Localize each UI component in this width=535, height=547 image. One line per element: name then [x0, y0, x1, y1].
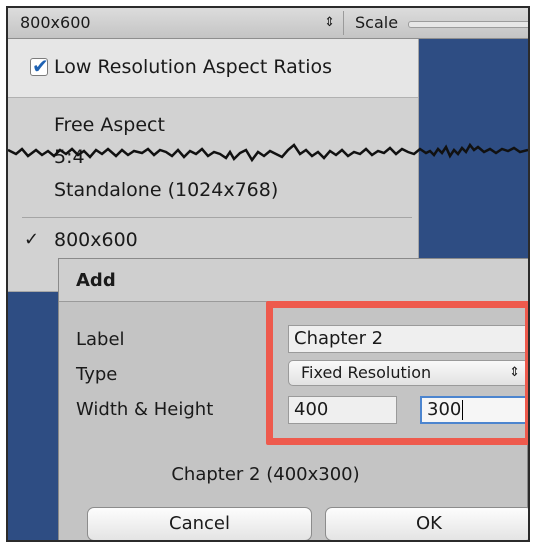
menu-separator [22, 217, 412, 218]
height-input-value: 300 [427, 399, 462, 420]
dialog-header: Add [59, 259, 528, 302]
size-field-label: Width & Height [76, 399, 214, 420]
text-caret [462, 400, 464, 420]
toolbar-divider [343, 11, 344, 35]
ok-button[interactable]: OK [325, 507, 528, 540]
dropdown-arrows-icon: ⇕ [324, 15, 335, 30]
height-input[interactable]: 300 [420, 396, 528, 424]
type-dropdown[interactable]: Fixed Resolution ⇕ [288, 360, 528, 386]
game-view-toolbar: 800x600 ⇕ Scale [8, 8, 528, 39]
resolution-summary: Chapter 2 (400x300) [171, 464, 360, 485]
menu-item-standalone[interactable]: Standalone (1024x768) [54, 178, 278, 202]
low-resolution-option[interactable]: ✔ Low Resolution Aspect Ratios [8, 39, 418, 98]
label-input-value: Chapter 2 [294, 328, 384, 349]
type-field-label: Type [76, 364, 118, 385]
menu-item-800x600[interactable]: 800x600 [54, 228, 138, 252]
low-resolution-label: Low Resolution Aspect Ratios [54, 56, 333, 78]
checkmark-icon: ✔ [32, 54, 49, 78]
resolution-value: 800x600 [20, 13, 91, 32]
dropdown-arrows-icon: ⇕ [509, 365, 520, 380]
dialog-title: Add [76, 270, 116, 291]
selected-checkmark-icon: ✓ [24, 229, 40, 250]
width-input-value: 400 [294, 399, 329, 420]
scale-slider[interactable] [408, 21, 528, 28]
type-dropdown-value: Fixed Resolution [301, 363, 432, 382]
add-resolution-dialog: Add Label Type Width & Height Chapter 2 … [58, 258, 528, 540]
scale-label: Scale [355, 13, 399, 32]
low-resolution-checkbox[interactable]: ✔ [30, 54, 49, 78]
resolution-dropdown[interactable]: 800x600 ⇕ [16, 12, 341, 34]
game-view-window: 800x600 ⇕ Scale ✔ Low Resolution Aspect … [6, 6, 530, 542]
menu-item-free-aspect[interactable]: Free Aspect [54, 113, 165, 137]
width-input[interactable]: 400 [288, 396, 397, 424]
cancel-button[interactable]: Cancel [87, 507, 312, 540]
label-input[interactable]: Chapter 2 [288, 325, 528, 353]
label-field-label: Label [76, 329, 125, 350]
waveform-overlay [8, 142, 528, 163]
